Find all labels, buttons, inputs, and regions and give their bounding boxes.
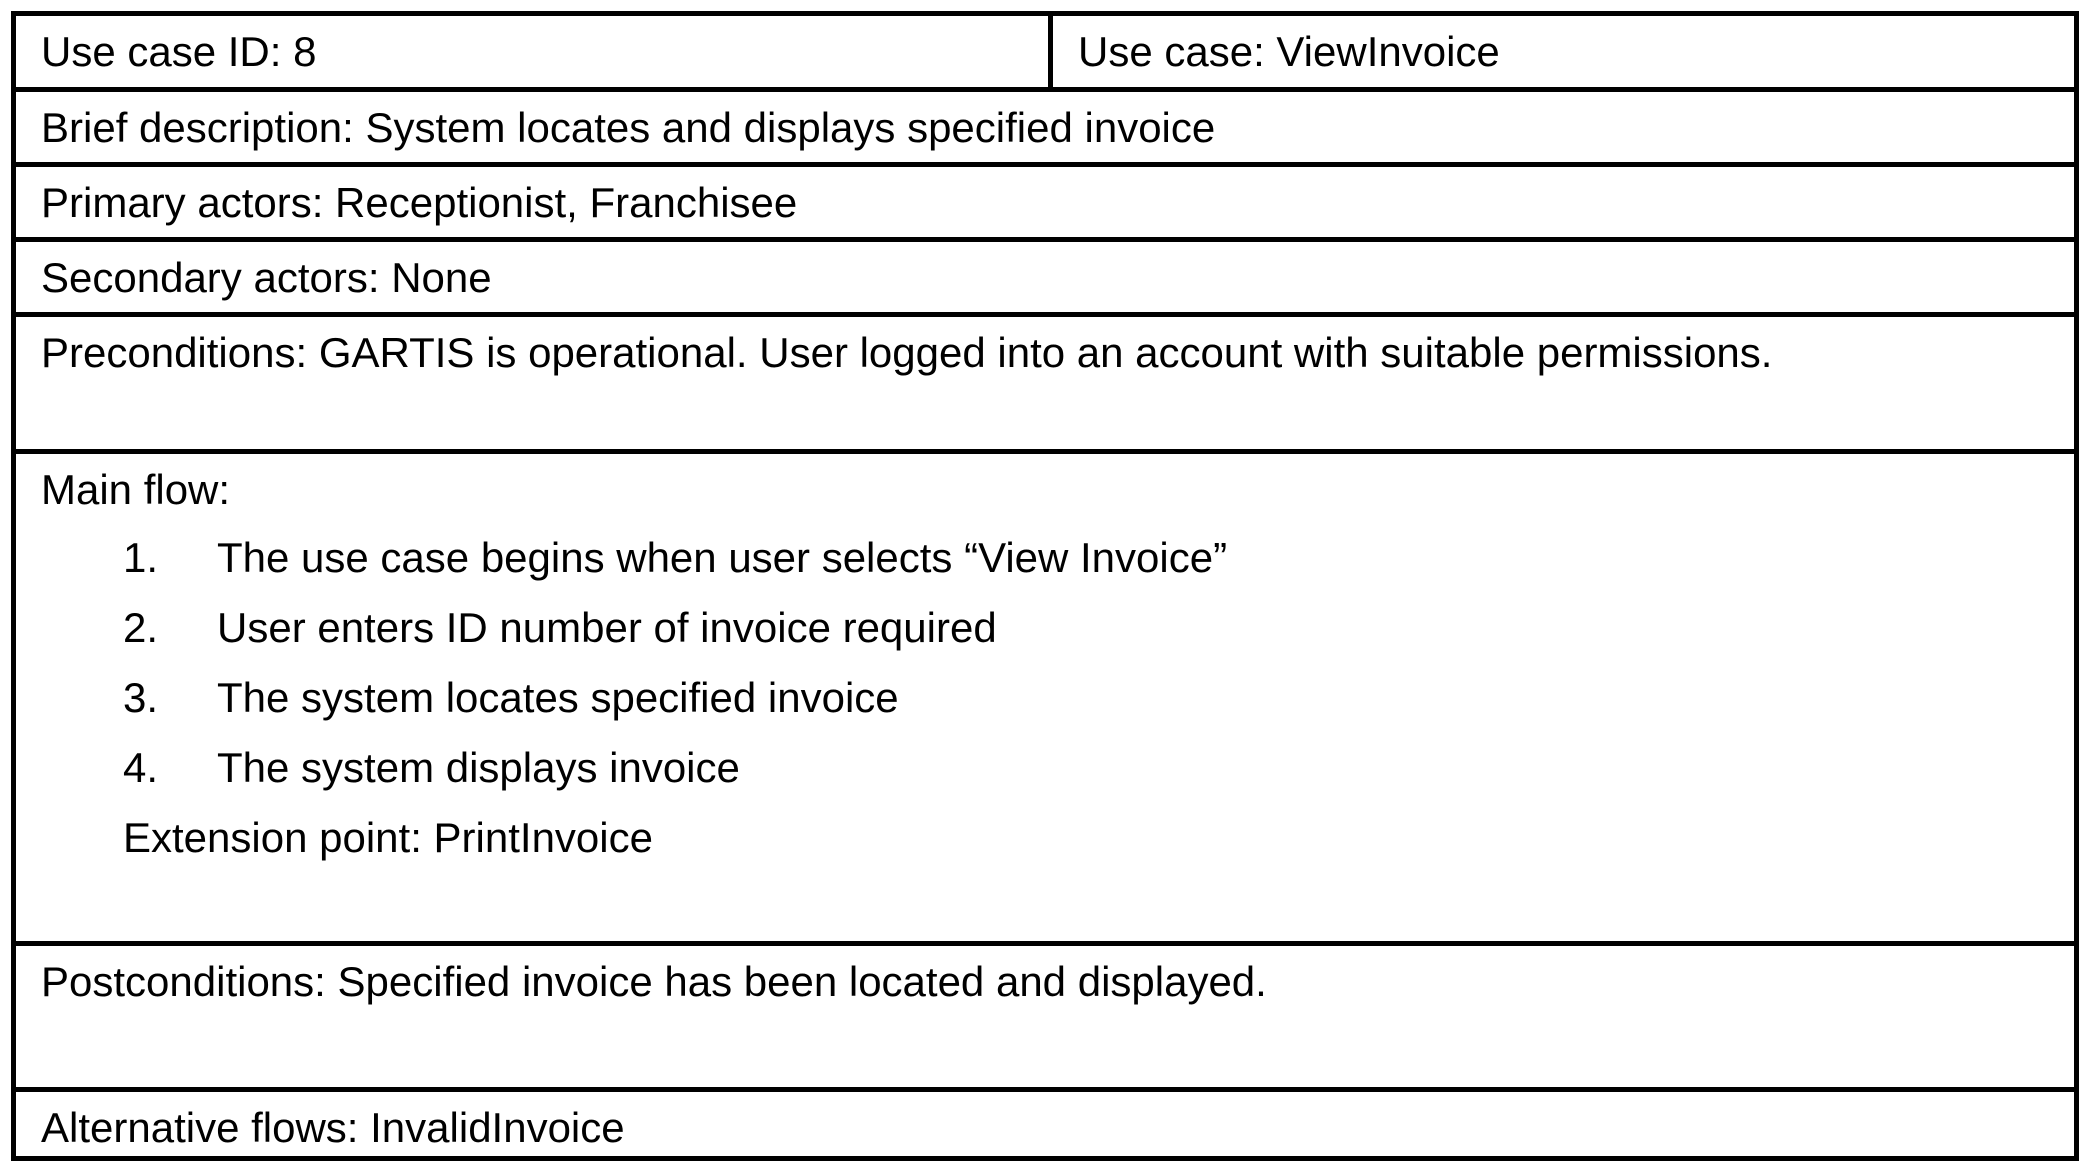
alternative-flows-row: Alternative flows: InvalidInvoice: [16, 1092, 2074, 1156]
primary-actors-cell: Primary actors: Receptionist, Franchisee: [16, 167, 2074, 237]
postconditions-value: Specified invoice has been located and d…: [337, 958, 1267, 1005]
extension-point-value: PrintInvoice: [433, 814, 653, 861]
use-case-header-row: Use case ID: 8 Use case: ViewInvoice: [16, 16, 2074, 92]
main-flow-step: 1. The use case begins when user selects…: [41, 537, 2074, 607]
postconditions-row: Postconditions: Specified invoice has be…: [16, 946, 2074, 1092]
main-flow-step: 4. The system displays invoice: [41, 747, 2074, 817]
brief-description-cell: Brief description: System locates and di…: [16, 92, 2074, 162]
use-case-name-cell: Use case: ViewInvoice: [1053, 16, 2074, 87]
use-case-name-value: ViewInvoice: [1276, 28, 1500, 75]
step-text: The system displays invoice: [217, 744, 740, 791]
use-case-table: Use case ID: 8 Use case: ViewInvoice Bri…: [11, 11, 2079, 1161]
step-number: 3.: [123, 674, 159, 721]
step-number: 2.: [123, 604, 159, 651]
main-flow-cell: Main flow: 1. The use case begins when u…: [16, 454, 2074, 941]
primary-actors-value: Receptionist, Franchisee: [335, 179, 798, 226]
preconditions-row: Preconditions: GARTIS is operational. Us…: [16, 317, 2074, 454]
step-number: 4.: [123, 744, 159, 791]
step-text: The system locates specified invoice: [217, 674, 899, 721]
alternative-flows-cell: Alternative flows: InvalidInvoice: [16, 1092, 2074, 1156]
extension-point-label: Extension point:: [123, 814, 422, 861]
main-flow-steps: 1. The use case begins when user selects…: [41, 537, 2074, 817]
primary-actors-label: Primary actors:: [41, 179, 324, 226]
alternative-flows-label: Alternative flows:: [41, 1104, 359, 1151]
use-case-id-value: 8: [293, 28, 317, 75]
brief-description-row: Brief description: System locates and di…: [16, 92, 2074, 167]
step-number: 1.: [123, 534, 159, 581]
main-flow-label: Main flow:: [41, 466, 231, 513]
step-text: User enters ID number of invoice require…: [217, 604, 997, 651]
brief-description-label: Brief description:: [41, 104, 354, 151]
main-flow-step: 3. The system locates specified invoice: [41, 677, 2074, 747]
alternative-flows-value: InvalidInvoice: [370, 1104, 625, 1151]
secondary-actors-row: Secondary actors: None: [16, 242, 2074, 317]
preconditions-cell: Preconditions: GARTIS is operational. Us…: [16, 317, 2074, 449]
secondary-actors-value: None: [391, 254, 492, 301]
preconditions-label: Preconditions:: [41, 329, 308, 376]
postconditions-label: Postconditions:: [41, 958, 326, 1005]
use-case-id-label: Use case ID:: [41, 28, 282, 75]
secondary-actors-cell: Secondary actors: None: [16, 242, 2074, 312]
preconditions-value: GARTIS is operational. User logged into …: [318, 329, 1773, 376]
postconditions-cell: Postconditions: Specified invoice has be…: [16, 946, 2074, 1087]
brief-description-value: System locates and displays specified in…: [365, 104, 1216, 151]
use-case-name-label: Use case:: [1078, 28, 1265, 75]
secondary-actors-label: Secondary actors:: [41, 254, 380, 301]
use-case-id-cell: Use case ID: 8: [16, 16, 1053, 87]
main-flow-step: 2. User enters ID number of invoice requ…: [41, 607, 2074, 677]
main-flow-row: Main flow: 1. The use case begins when u…: [16, 454, 2074, 946]
primary-actors-row: Primary actors: Receptionist, Franchisee: [16, 167, 2074, 242]
extension-point: Extension point: PrintInvoice: [41, 817, 2074, 859]
step-text: The use case begins when user selects “V…: [217, 534, 1228, 581]
